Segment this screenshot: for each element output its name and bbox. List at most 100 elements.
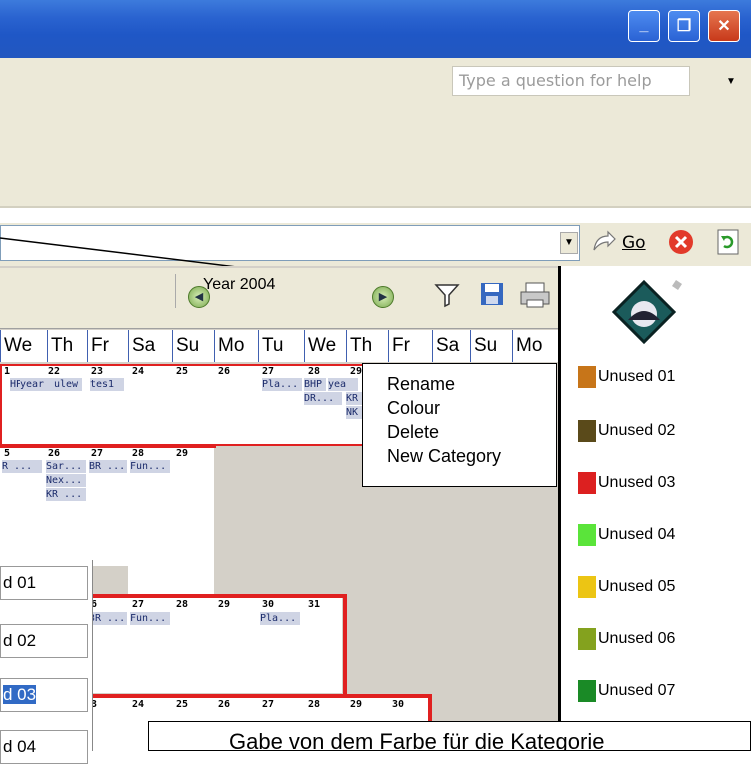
weekend-strip[interactable] <box>128 566 214 596</box>
year-label: Year 2004 <box>203 276 276 293</box>
day-number: 27 <box>91 448 104 459</box>
event-chip[interactable]: Pla... <box>262 378 302 391</box>
day-header: Su <box>172 330 214 362</box>
category-item[interactable]: Unused 04 <box>578 524 675 546</box>
event-chip[interactable]: yea <box>328 378 358 391</box>
day-header: Sa <box>432 330 470 362</box>
category-label: Unused 04 <box>598 526 676 543</box>
category-item[interactable]: Unused 05 <box>578 576 675 598</box>
day-number: 26 <box>218 366 231 377</box>
day-header: Su <box>470 330 512 362</box>
callout-box: Gabe von dem Farbe für die Kategorie <box>148 721 751 751</box>
color-swatch <box>578 420 596 442</box>
day-number: 24 <box>132 366 145 377</box>
day-number: 26 <box>218 699 231 710</box>
day-cell[interactable] <box>304 597 342 693</box>
menu-item-new-category[interactable]: New Category <box>387 444 532 468</box>
list-item[interactable]: d 01 <box>0 566 88 600</box>
event-chip[interactable]: KR <box>346 392 362 405</box>
calendar-toolbar <box>0 268 558 329</box>
list-item-selected[interactable]: d 03 <box>0 678 88 712</box>
event-chip[interactable]: Fun... <box>130 612 170 625</box>
day-number: 28 <box>176 599 189 610</box>
event-chip[interactable]: BHP <box>304 378 326 391</box>
event-chip[interactable]: Fun... <box>130 460 170 473</box>
menu-item-delete[interactable]: Delete <box>387 420 532 444</box>
day-number: 28 <box>132 448 145 459</box>
day-number: 27 <box>262 366 275 377</box>
day-header: Sa <box>128 330 172 362</box>
context-menu: Rename Colour Delete New Category <box>362 363 557 487</box>
color-swatch <box>578 576 596 598</box>
category-item[interactable]: Unused 03 <box>578 472 675 494</box>
day-number: 24 <box>132 699 145 710</box>
day-number: 28 <box>308 366 321 377</box>
category-item[interactable]: Unused 01 <box>578 366 675 388</box>
event-chip[interactable]: R ... <box>2 460 42 473</box>
category-label: Unused 07 <box>598 682 676 699</box>
day-number: 31 <box>308 599 321 610</box>
category-label: Unused 02 <box>598 422 676 439</box>
category-label: Unused 05 <box>598 578 676 595</box>
save-icon[interactable] <box>480 282 504 308</box>
category-label: Unused 06 <box>598 630 676 647</box>
list-item[interactable]: d 04 <box>0 730 88 764</box>
event-chip[interactable]: BR ... <box>89 460 127 473</box>
weekend-strip[interactable] <box>128 620 214 693</box>
menu-item-colour[interactable]: Colour <box>387 396 532 420</box>
day-number: 25 <box>176 699 189 710</box>
event-chip[interactable]: Pla... <box>260 612 300 625</box>
filter-icon[interactable] <box>434 282 460 308</box>
day-number: 28 <box>308 699 321 710</box>
day-number: 22 <box>48 366 61 377</box>
color-swatch <box>578 366 596 388</box>
day-header: Th <box>47 330 87 362</box>
event-chip[interactable]: Nex... <box>46 474 86 487</box>
day-number: 30 <box>262 599 275 610</box>
category-item[interactable]: Unused 02 <box>578 420 675 442</box>
day-number: 5 <box>4 448 11 459</box>
event-chip[interactable]: Sar... <box>46 460 86 473</box>
color-swatch <box>578 680 596 702</box>
category-item[interactable]: Unused 06 <box>578 628 675 650</box>
menu-item-rename[interactable]: Rename <box>387 372 532 396</box>
day-header: We <box>0 330 47 362</box>
day-number: 27 <box>262 699 275 710</box>
day-header: Th <box>346 330 388 362</box>
category-label: Unused 01 <box>598 368 676 385</box>
day-number: 29 <box>176 448 189 459</box>
day-number: 29 <box>218 599 231 610</box>
next-year-icon[interactable]: ▶ <box>372 286 394 308</box>
day-number: 25 <box>176 366 189 377</box>
day-header: We <box>304 330 346 362</box>
event-chip[interactable]: KR ... <box>46 488 86 501</box>
day-number: 23 <box>91 366 104 377</box>
day-number: 26 <box>48 448 61 459</box>
day-number: 29 <box>350 366 363 377</box>
day-cell[interactable] <box>172 446 214 566</box>
day-header: Mo <box>512 330 558 362</box>
day-number: 29 <box>350 699 363 710</box>
event-chip[interactable]: DR... <box>304 392 342 405</box>
day-cell[interactable] <box>214 597 258 693</box>
day-header: Mo <box>214 330 258 362</box>
event-chip[interactable]: NK <box>346 406 362 419</box>
color-swatch <box>578 524 596 546</box>
day-header: Fr <box>87 330 128 362</box>
color-swatch <box>578 628 596 650</box>
event-chip[interactable]: tes1 <box>90 378 124 391</box>
event-chip[interactable]: 3R ... <box>89 612 127 625</box>
day-header: Fr <box>388 330 432 362</box>
day-number: 1 <box>4 366 11 377</box>
list-item[interactable]: d 02 <box>0 624 88 658</box>
app-logo-icon <box>611 279 682 345</box>
event-chip[interactable]: ulew <box>54 378 82 391</box>
color-swatch <box>578 472 596 494</box>
toolbar-separator <box>175 274 176 308</box>
category-item[interactable]: Unused 07 <box>578 680 675 702</box>
day-number: 27 <box>132 599 145 610</box>
day-number: 30 <box>392 699 405 710</box>
print-icon[interactable] <box>520 282 550 308</box>
category-label: Unused 03 <box>598 474 676 491</box>
day-header: Tu <box>258 330 304 362</box>
